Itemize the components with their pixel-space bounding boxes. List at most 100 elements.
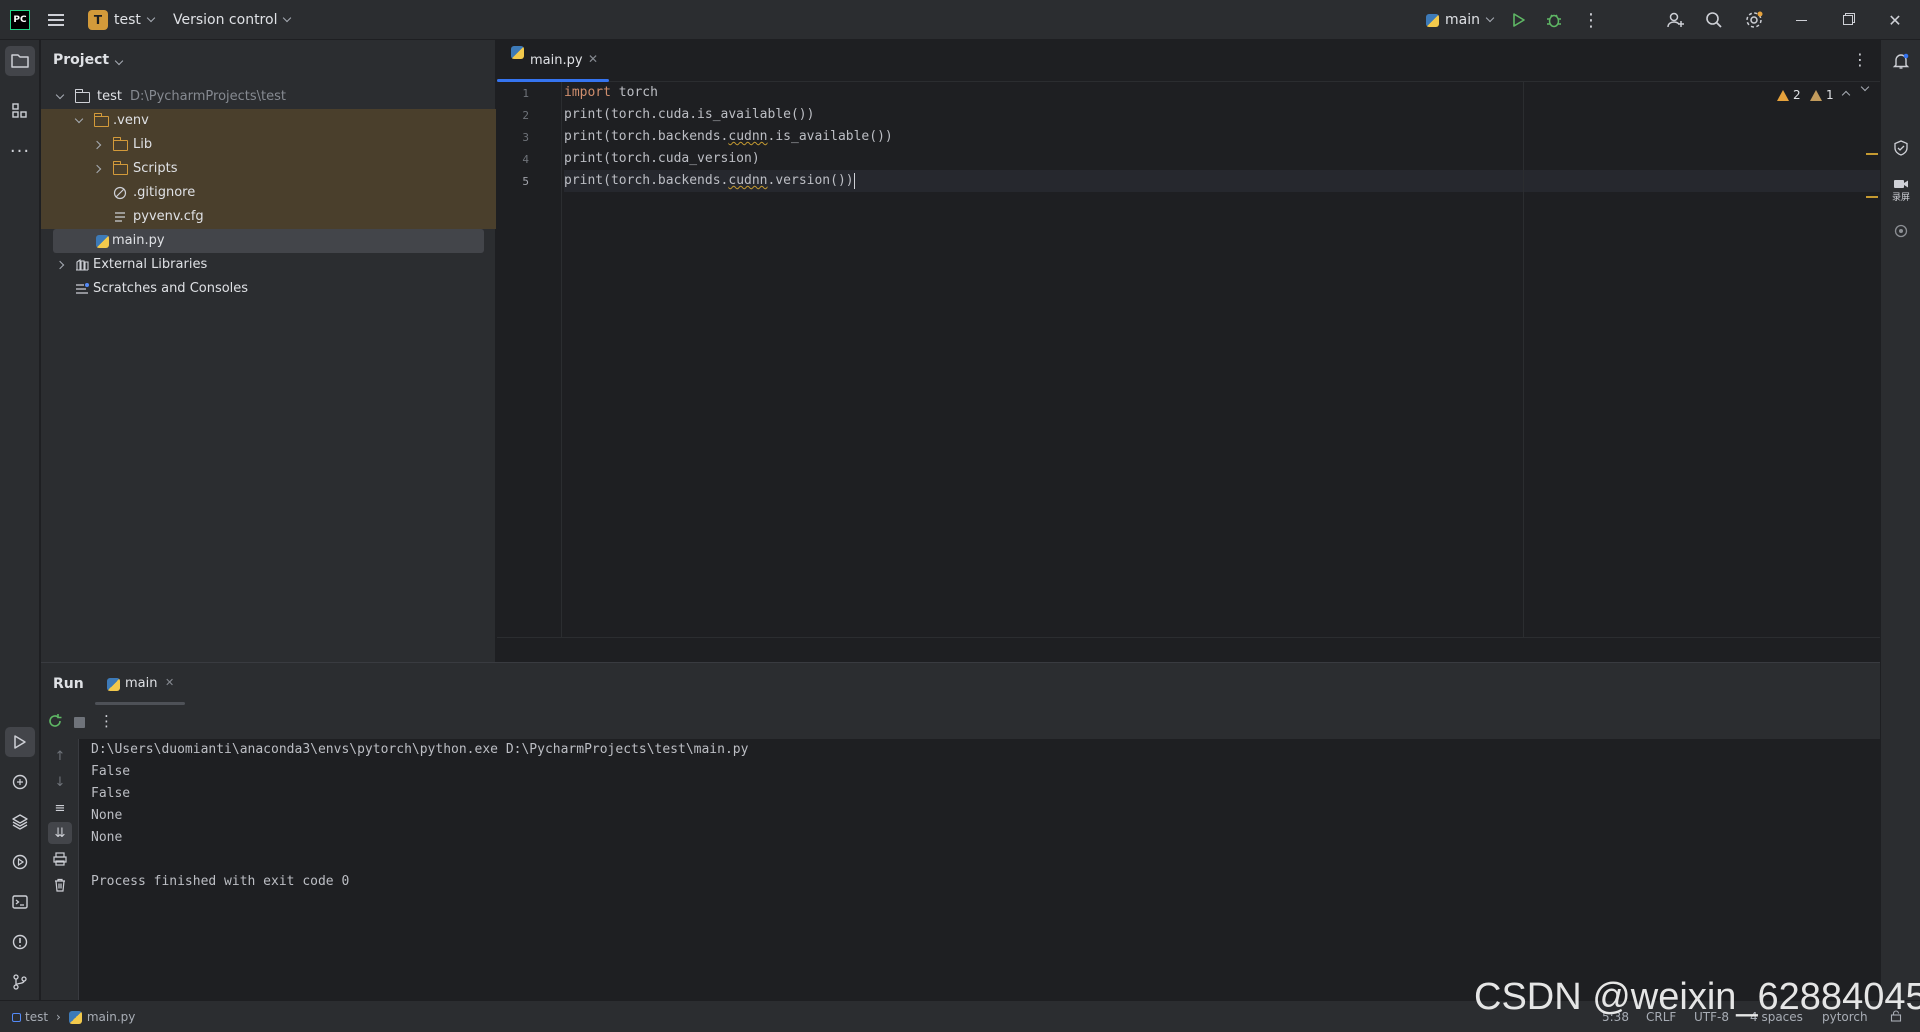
line-number-gutter: 1 2 3 4 5 (497, 82, 562, 637)
tree-item-scratches[interactable]: Scratches and Consoles (41, 277, 496, 301)
tree-item-test[interactable]: test D:\PycharmProjects\test (41, 85, 496, 109)
ai-assistant-button[interactable] (1886, 133, 1916, 163)
bug-icon (1547, 14, 1561, 28)
record-label: 录屏 (1891, 192, 1910, 203)
more-options-button[interactable]: ⋮ (99, 712, 114, 730)
tab-label: main.py (530, 53, 583, 68)
console-line: False (91, 786, 131, 801)
target-icon (1894, 224, 1908, 238)
tree-label: Scripts (133, 161, 178, 176)
scroll-end-icon: ⇊ (54, 825, 66, 841)
run-button[interactable] (1511, 0, 1527, 40)
structure-tool-button[interactable] (5, 96, 35, 126)
left-tool-strip: ··· (0, 40, 40, 1000)
editor-tab-options-button[interactable]: ⋮ (1852, 50, 1868, 69)
services-button[interactable] (5, 847, 35, 877)
video-camera-icon (1894, 179, 1908, 188)
right-margin-guide (1523, 82, 1524, 637)
stop-button[interactable] (74, 717, 85, 728)
scrollbar-warning-mark[interactable] (1866, 196, 1878, 198)
extra-tool-button[interactable] (1886, 216, 1916, 246)
play-icon (14, 735, 26, 749)
run-panel-header: Run main ✕ (41, 663, 1880, 705)
main-menu-icon[interactable] (48, 0, 66, 40)
scrollbar-warning-mark[interactable] (1866, 153, 1878, 155)
previous-highlight-button[interactable] (1841, 88, 1851, 100)
breadcrumb-item-file[interactable]: main.py (87, 1010, 136, 1024)
project-panel-title[interactable]: Project (53, 52, 124, 68)
tab-main-py[interactable]: main.py ✕ (497, 40, 609, 82)
code-line[interactable]: print(torch.cuda.is_available()) (564, 104, 814, 126)
run-tab-main[interactable]: main ✕ (95, 663, 185, 705)
terminal-button[interactable] (5, 887, 35, 917)
breadcrumb-item-project[interactable]: test (25, 1010, 48, 1024)
play-icon (1513, 13, 1525, 27)
line-number-current: 5 (522, 175, 529, 188)
project-panel: Project test D:\PycharmProjects\test .ven… (41, 40, 496, 662)
code-line[interactable]: import torch (564, 82, 658, 104)
settings-button[interactable] (1744, 0, 1764, 40)
kebab-icon: ⋮ (1852, 50, 1868, 69)
run-config-selector[interactable]: main (1426, 0, 1495, 40)
project-name: test (114, 12, 141, 28)
python-console-button[interactable] (5, 767, 35, 797)
printer-icon (53, 852, 67, 866)
tree-item-lib[interactable]: Lib (41, 133, 496, 157)
tree-item-external-libraries[interactable]: External Libraries (41, 253, 496, 277)
close-tab-icon[interactable]: ✕ (588, 52, 598, 66)
code-token: print(torch.backends. (564, 173, 729, 188)
tree-item-venv[interactable]: .venv (41, 109, 496, 133)
tree-item-pyvenv-cfg[interactable]: pyvenv.cfg (41, 205, 496, 229)
search-button[interactable] (1705, 0, 1723, 40)
python-packages-button[interactable] (5, 807, 35, 837)
restore-icon (1843, 15, 1853, 25)
tree-label: test (97, 89, 122, 104)
run-tool-button[interactable] (5, 727, 35, 757)
rerun-icon (49, 714, 62, 727)
project-badge[interactable]: T (88, 10, 108, 30)
rerun-button[interactable] (47, 713, 63, 733)
soft-wrap-button[interactable]: ≡ (48, 797, 72, 819)
more-actions-button[interactable]: ⋮ (1582, 0, 1600, 40)
next-highlight-button[interactable] (1860, 82, 1870, 92)
tree-item-scripts[interactable]: Scripts (41, 157, 496, 181)
notifications-button[interactable] (1886, 46, 1916, 76)
chevron-right-icon: › (56, 1010, 61, 1024)
restore-button[interactable] (1825, 0, 1871, 40)
code-line[interactable]: print(torch.backends.cudnn.is_available(… (564, 126, 893, 148)
close-tab-icon[interactable]: ✕ (165, 676, 174, 689)
tree-item-gitignore[interactable]: .gitignore (41, 181, 496, 205)
inspection-warnings[interactable]: 2 (1777, 88, 1801, 102)
code-line-current[interactable]: print(torch.backends.cudnn.version()) (564, 170, 1880, 192)
code-with-me-button[interactable] (1666, 0, 1686, 40)
problems-button[interactable] (5, 927, 35, 957)
chevron-right-icon (92, 140, 102, 150)
clear-all-button[interactable] (48, 874, 72, 896)
scroll-up-button[interactable]: ↑ (48, 745, 72, 767)
line-number: 3 (522, 131, 529, 144)
git-button[interactable] (5, 967, 35, 997)
print-button[interactable] (48, 848, 72, 870)
editor-horizontal-scrollbar[interactable] (497, 637, 1880, 662)
project-tool-button[interactable] (5, 46, 35, 76)
vcs-selector[interactable]: Version control (173, 0, 292, 40)
more-tools-button[interactable]: ··· (5, 136, 35, 166)
debug-button[interactable] (1545, 0, 1563, 40)
screen-record-button[interactable]: 录屏 (1886, 170, 1916, 210)
tree-label: pyvenv.cfg (133, 209, 204, 224)
code-token: print(torch.cuda.is_available()) (564, 107, 815, 122)
pycharm-logo-icon: PC (10, 10, 30, 30)
scroll-down-button[interactable]: ↓ (48, 771, 72, 793)
code-editor[interactable]: 1 2 3 4 5 import torch print(torch.cuda.… (497, 82, 1880, 637)
project-selector[interactable]: test (114, 0, 156, 40)
tree-item-main-py[interactable]: main.py (53, 229, 484, 253)
minimize-button[interactable] (1778, 0, 1824, 40)
tree-label: .gitignore (133, 185, 196, 200)
bell-icon (1892, 53, 1910, 69)
close-window-button[interactable]: ✕ (1872, 0, 1918, 40)
inspection-weak-warnings[interactable]: 1 (1810, 88, 1834, 102)
chevron-down-icon (114, 56, 124, 66)
scroll-to-end-button[interactable]: ⇊ (48, 822, 72, 844)
tree-path: D:\PycharmProjects\test (129, 89, 287, 104)
code-line[interactable]: print(torch.cuda_version) (564, 148, 760, 170)
